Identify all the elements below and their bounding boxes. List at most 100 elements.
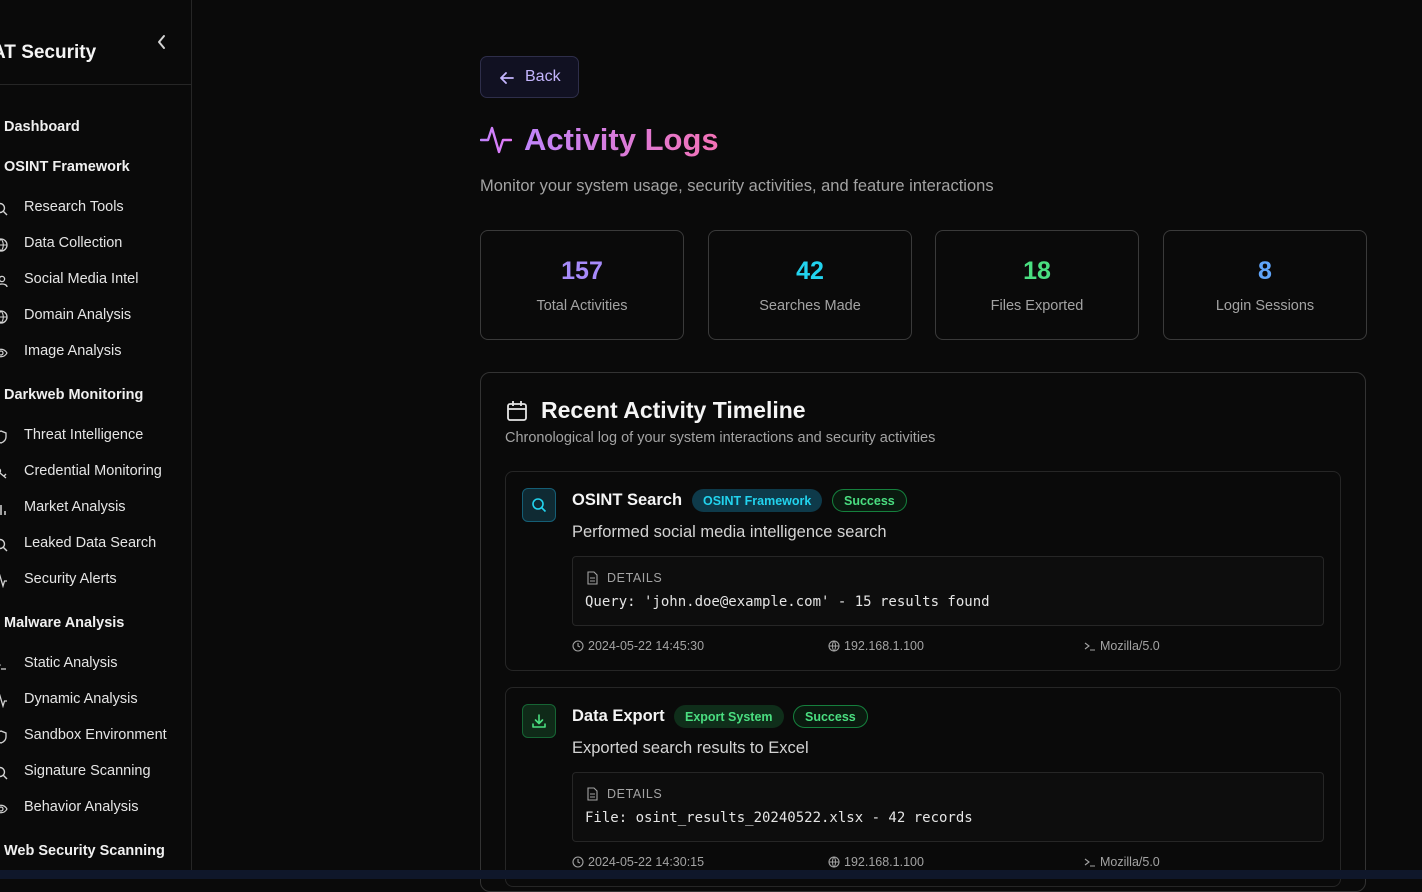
sidebar-item-domain-analysis[interactable]: Domain Analysis xyxy=(0,306,191,326)
entry-timestamp: 2024-05-22 14:30:15 xyxy=(572,855,704,869)
sidebar-item-threat-intelligence[interactable]: Threat Intelligence xyxy=(0,426,191,446)
sidebar-item-leaked-data-search[interactable]: Leaked Data Search xyxy=(0,534,191,554)
back-button-label: Back xyxy=(525,68,561,85)
timestamp-text: 2024-05-22 14:30:15 xyxy=(588,855,705,869)
details-value: Query: 'john.doe@example.com' - 15 resul… xyxy=(585,594,990,610)
sidebar-item-signature-scanning[interactable]: Signature Scanning xyxy=(0,762,191,782)
terminal-icon xyxy=(1084,858,1095,867)
sidebar-item-credential-monitoring[interactable]: Credential Monitoring xyxy=(0,462,191,482)
back-button[interactable]: Back xyxy=(480,56,579,98)
sidebar-section-web-security[interactable]: Web Security Scanning xyxy=(4,843,165,859)
entry-ip: 192.168.1.100 xyxy=(828,855,924,869)
sidebar-item-label: Static Analysis xyxy=(24,655,118,671)
sidebar-item-market-analysis[interactable]: Market Analysis xyxy=(0,498,191,518)
sidebar-item-social-media-intel[interactable]: Social Media Intel xyxy=(0,270,191,290)
stat-value: 18 xyxy=(1023,257,1051,285)
sidebar-item-label: Signature Scanning xyxy=(24,763,151,779)
shield-icon xyxy=(0,430,7,444)
activity-entry[interactable]: OSINT Search OSINT Framework Success Per… xyxy=(505,471,1341,671)
stat-card-files-exported: 18 Files Exported xyxy=(935,230,1139,340)
stat-label: Files Exported xyxy=(990,298,1084,314)
sidebar-item-label: Credential Monitoring xyxy=(24,463,162,479)
stat-card-searches-made: 42 Searches Made xyxy=(708,230,912,340)
sidebar-item-sandbox-environment[interactable]: Sandbox Environment xyxy=(0,726,191,746)
ip-text: 192.168.1.100 xyxy=(844,855,924,869)
category-badge: Export System xyxy=(674,705,784,728)
details-label: DETAILS xyxy=(607,787,663,801)
entry-description: Performed social media intelligence sear… xyxy=(572,523,887,541)
globe-icon xyxy=(828,640,840,652)
details-value: File: osint_results_20240522.xlsx - 42 r… xyxy=(585,810,973,826)
terminal-icon xyxy=(1084,642,1095,651)
sidebar-item-label: Dynamic Analysis xyxy=(24,691,138,707)
users-icon xyxy=(0,275,8,288)
sidebar-item-static-analysis[interactable]: Static Analysis xyxy=(0,654,191,674)
stat-value: 42 xyxy=(796,257,824,285)
search-icon xyxy=(0,538,8,552)
sidebar-section-malware[interactable]: Malware Analysis xyxy=(4,615,124,631)
brand-divider xyxy=(0,84,191,85)
activity-entry[interactable]: Data Export Export System Success Export… xyxy=(505,687,1341,887)
entry-icon xyxy=(522,488,556,522)
globe-icon xyxy=(0,310,8,324)
terminal-icon xyxy=(0,664,6,670)
activity-icon xyxy=(0,574,7,588)
agent-text: Mozilla/5.0 xyxy=(1100,639,1160,653)
sidebar-item-security-alerts[interactable]: Security Alerts xyxy=(0,570,191,590)
search-icon xyxy=(532,498,547,513)
ip-text: 192.168.1.100 xyxy=(844,639,924,653)
stat-label: Login Sessions xyxy=(1215,298,1315,314)
sidebar-item-dashboard[interactable]: Dashboard xyxy=(4,119,80,135)
entry-agent: Mozilla/5.0 xyxy=(1084,855,1160,869)
shield-icon xyxy=(0,730,7,744)
clock-icon xyxy=(572,856,584,868)
entry-agent: Mozilla/5.0 xyxy=(1084,639,1160,653)
sidebar-item-label: Market Analysis xyxy=(24,499,126,515)
entry-title: Data Export xyxy=(572,707,665,725)
entry-title: OSINT Search xyxy=(572,491,683,509)
sidebar-item-label: Data Collection xyxy=(24,235,123,251)
sidebar-item-label: Research Tools xyxy=(24,199,124,215)
sidebar-item-dynamic-analysis[interactable]: Dynamic Analysis xyxy=(0,690,191,710)
sidebar-item-label: Social Media Intel xyxy=(24,271,139,287)
chevron-left-icon xyxy=(158,35,165,49)
calendar-icon xyxy=(507,401,527,421)
sidebar-section-darkweb[interactable]: Darkweb Monitoring xyxy=(4,387,143,403)
details-label: DETAILS xyxy=(607,571,663,585)
entry-ip: 192.168.1.100 xyxy=(828,639,924,653)
globe-icon xyxy=(828,856,840,868)
file-icon xyxy=(587,571,598,585)
entry-details: DETAILS Query: 'john.doe@example.com' - … xyxy=(572,556,1324,626)
sidebar-item-behavior-analysis[interactable]: Behavior Analysis xyxy=(0,798,191,818)
eye-icon xyxy=(0,348,8,358)
globe-icon xyxy=(0,238,8,252)
activity-icon xyxy=(480,126,512,154)
key-icon xyxy=(0,468,7,479)
clock-icon xyxy=(572,640,584,652)
category-badge: OSINT Framework xyxy=(692,489,823,512)
timeline-subtitle: Chronological log of your system interac… xyxy=(505,430,936,446)
download-icon xyxy=(532,714,546,728)
sidebar-section-osint[interactable]: OSINT Framework xyxy=(4,159,130,175)
sidebar-item-label: Domain Analysis xyxy=(24,307,132,323)
activity-timeline-card: Recent Activity Timeline Chronological l… xyxy=(480,372,1366,892)
page-title: Activity Logs xyxy=(524,122,719,157)
entry-details: DETAILS File: osint_results_20240522.xls… xyxy=(572,772,1324,842)
sidebar-item-research-tools[interactable]: Research Tools xyxy=(0,198,191,218)
stat-value: 8 xyxy=(1258,257,1272,285)
stat-card-login-sessions: 8 Login Sessions xyxy=(1163,230,1367,340)
bottom-strip xyxy=(0,870,1422,879)
activity-icon xyxy=(0,694,7,708)
stat-label: Searches Made xyxy=(759,298,861,314)
collapse-sidebar-button[interactable] xyxy=(154,32,170,52)
sidebar-item-data-collection[interactable]: Data Collection xyxy=(0,234,191,254)
sidebar-item-label: Image Analysis xyxy=(24,343,122,359)
sidebar: AT Security Dashboard OSINT Framework Re… xyxy=(0,0,192,879)
sidebar-item-image-analysis[interactable]: Image Analysis xyxy=(0,342,191,362)
status-badge: Success xyxy=(832,489,907,512)
entry-timestamp: 2024-05-22 14:45:30 xyxy=(572,639,704,653)
sidebar-item-label: Behavior Analysis xyxy=(24,799,139,815)
page-subtitle: Monitor your system usage, security acti… xyxy=(480,177,994,195)
status-badge: Success xyxy=(793,705,868,728)
entry-description: Exported search results to Excel xyxy=(572,739,809,757)
